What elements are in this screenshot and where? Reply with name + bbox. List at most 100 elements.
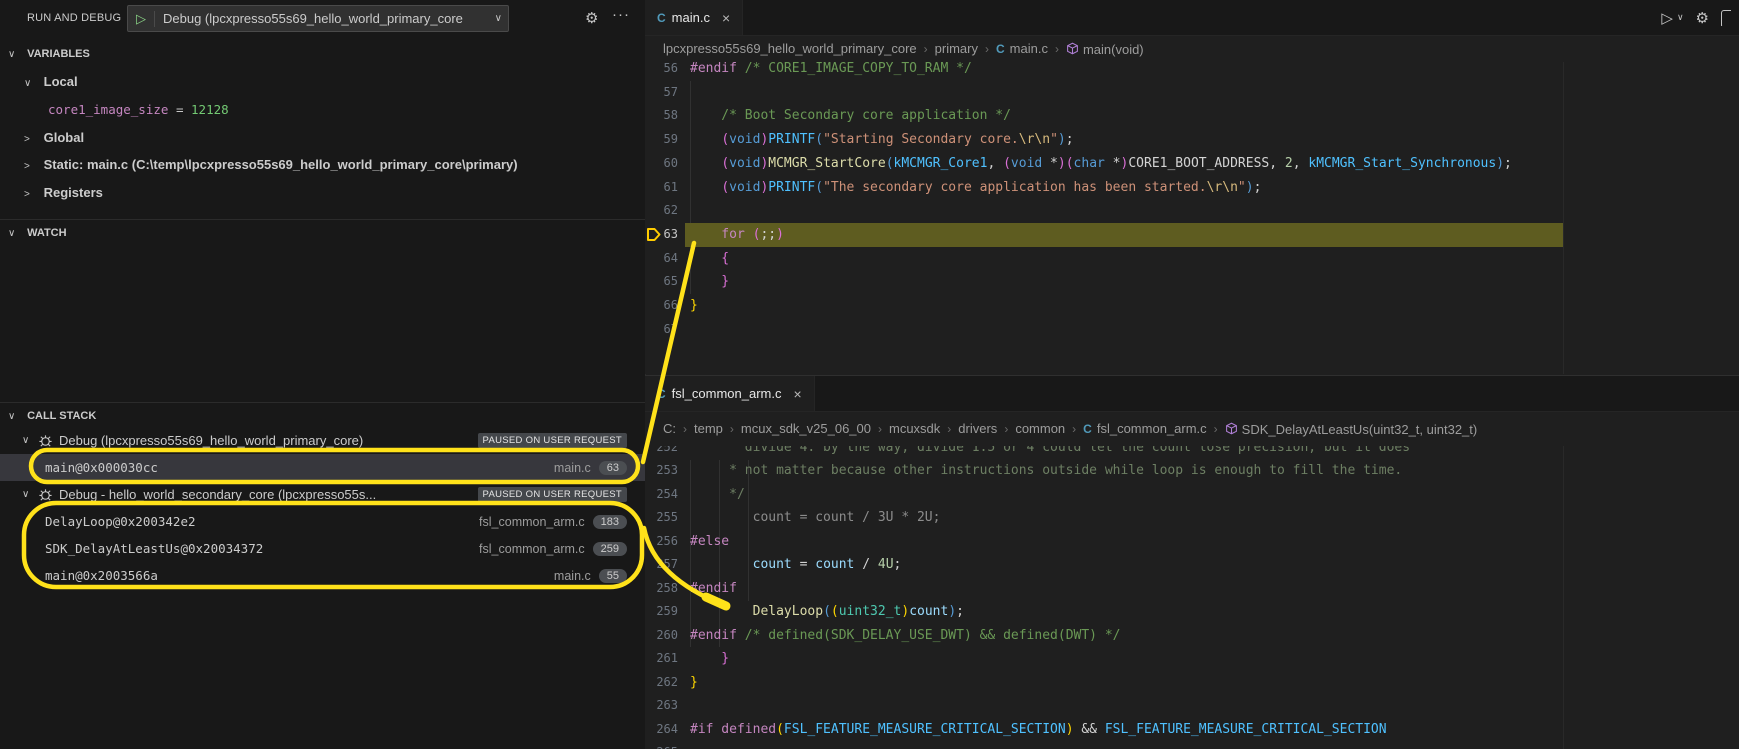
- call-stack-section-header[interactable]: ∨ CALL STACK: [0, 404, 645, 428]
- stack-frame-row[interactable]: main@0x2003566amain.c55: [0, 562, 645, 589]
- stack-frame-row[interactable]: main@0x000030ccmain.c63: [0, 454, 645, 481]
- line-number[interactable]: 62: [645, 199, 678, 223]
- debug-session-row[interactable]: ∨Debug - hello_world_secondary_core (lpc…: [0, 481, 645, 508]
- line-number[interactable]: 259: [645, 600, 678, 624]
- code-text: {: [690, 247, 729, 271]
- code-line[interactable]: 257 count = count / 4U;: [645, 553, 1739, 577]
- code-line[interactable]: 255 count = count / 3U * 2U;: [645, 506, 1739, 530]
- breadcrumb-item[interactable]: mcux_sdk_v25_06_00: [741, 421, 871, 436]
- line-number[interactable]: 260: [645, 624, 678, 648]
- line-number[interactable]: 60: [645, 152, 678, 176]
- line-number[interactable]: 254: [645, 483, 678, 507]
- code-line[interactable]: 265: [645, 741, 1739, 749]
- line-number[interactable]: 61: [645, 176, 678, 200]
- status-badge: PAUSED ON USER REQUEST: [478, 487, 627, 502]
- code-line[interactable]: 264#if defined(FSL_FEATURE_MEASURE_CRITI…: [645, 718, 1739, 742]
- debug-config-dropdown[interactable]: ▷ Debug (lpcxpresso55s69_hello_world_pri…: [127, 5, 509, 32]
- breadcrumb-separator-icon: ›: [1004, 422, 1008, 436]
- line-number[interactable]: 262: [645, 671, 678, 695]
- variables-scope-static[interactable]: > Static: main.c (C:\temp\lpcxpresso55s6…: [0, 151, 645, 178]
- debug-session-row[interactable]: ∨Debug (lpcxpresso55s69_hello_world_prim…: [0, 427, 645, 454]
- variable-row[interactable]: core1_image_size = 12128: [48, 96, 638, 123]
- line-number[interactable]: 64: [645, 247, 678, 271]
- code-line[interactable]: 259 DelayLoop((uint32_t)count);: [645, 600, 1739, 624]
- stack-frame-row[interactable]: SDK_DelayAtLeastUs@0x20034372fsl_common_…: [0, 535, 645, 562]
- code-line[interactable]: 64 {: [645, 247, 1739, 271]
- variables-section-header[interactable]: ∨ VARIABLES: [0, 42, 645, 66]
- line-number[interactable]: 58: [645, 104, 678, 128]
- line-number[interactable]: 264: [645, 718, 678, 742]
- more-actions-icon[interactable]: ···: [612, 6, 630, 23]
- code-line[interactable]: 253 * not matter because other instructi…: [645, 459, 1739, 483]
- code-line[interactable]: 59 (void)PRINTF("Starting Secondary core…: [645, 128, 1739, 152]
- watch-section-header[interactable]: ∨ WATCH: [0, 221, 645, 245]
- code-text: (void)PRINTF("Starting Secondary core.\r…: [690, 128, 1074, 152]
- line-number[interactable]: 257: [645, 553, 678, 577]
- gear-icon[interactable]: ⚙: [1696, 9, 1709, 27]
- line-number[interactable]: 255: [645, 506, 678, 530]
- code-text: count = count / 4U;: [690, 553, 901, 577]
- code-line[interactable]: 66}: [645, 294, 1739, 318]
- breadcrumb-item[interactable]: Cfsl_common_arm.c: [1083, 421, 1206, 436]
- code-line[interactable]: 57: [645, 81, 1739, 105]
- breadcrumb-item[interactable]: Cmain.c: [996, 41, 1048, 56]
- breadcrumb-item[interactable]: common: [1015, 421, 1065, 436]
- variables-scope-global[interactable]: > Global: [0, 124, 645, 151]
- symbol-method-icon: [1225, 422, 1238, 438]
- close-icon[interactable]: ×: [722, 10, 730, 26]
- variables-scope-registers[interactable]: > Registers: [0, 179, 645, 206]
- code-line[interactable]: 260#endif /* defined(SDK_DELAY_USE_DWT) …: [645, 624, 1739, 648]
- close-icon[interactable]: ×: [793, 386, 801, 402]
- code-text: #else: [690, 530, 729, 554]
- code-line[interactable]: 263: [645, 694, 1739, 718]
- chevron-down-icon[interactable]: ∨: [1677, 12, 1684, 23]
- code-line[interactable]: 261 }: [645, 647, 1739, 671]
- frame-line-badge: 55: [599, 569, 627, 583]
- line-number[interactable]: 263: [645, 694, 678, 718]
- breadcrumb-item[interactable]: mcuxsdk: [889, 421, 940, 436]
- code-line[interactable]: 62: [645, 199, 1739, 223]
- line-number[interactable]: 265: [645, 741, 678, 749]
- stack-frame-row[interactable]: DelayLoop@0x200342e2fsl_common_arm.c183: [0, 508, 645, 535]
- code-line[interactable]: 67: [645, 318, 1739, 342]
- split-editor-icon[interactable]: [1721, 10, 1731, 26]
- line-number[interactable]: 261: [645, 647, 678, 671]
- line-number[interactable]: 66: [645, 294, 678, 318]
- code-line[interactable]: 254 */: [645, 483, 1739, 507]
- code-line[interactable]: 65 }: [645, 270, 1739, 294]
- code-line[interactable]: 61 (void)PRINTF("The secondary core appl…: [645, 176, 1739, 200]
- code-line[interactable]: 60 (void)MCMGR_StartCore(kMCMGR_Core1, (…: [645, 152, 1739, 176]
- breadcrumb-item[interactable]: drivers: [958, 421, 997, 436]
- breadcrumb-item[interactable]: SDK_DelayAtLeastUs(uint32_t, uint32_t): [1225, 421, 1478, 437]
- line-number[interactable]: 65: [645, 270, 678, 294]
- code-line[interactable]: 262}: [645, 671, 1739, 695]
- breadcrumb-item[interactable]: primary: [935, 41, 978, 56]
- code-line[interactable]: 58 /* Boot Secondary core application */: [645, 104, 1739, 128]
- symbol-method-icon: [1066, 42, 1079, 58]
- line-number[interactable]: 253: [645, 459, 678, 483]
- code-line[interactable]: 256 #else: [645, 530, 1739, 554]
- frame-name: main@0x000030cc: [45, 460, 554, 475]
- breadcrumb-item[interactable]: temp: [694, 421, 723, 436]
- variable-name: core1_image_size: [48, 102, 168, 117]
- line-number[interactable]: 67: [645, 318, 678, 342]
- variables-scope-local[interactable]: ∨ Local: [0, 68, 645, 95]
- breadcrumb-item[interactable]: main(void): [1066, 41, 1144, 57]
- breadcrumb-item[interactable]: lpcxpresso55s69_hello_world_primary_core: [663, 41, 917, 56]
- line-number[interactable]: 57: [645, 81, 678, 105]
- chevron-down-icon: ∨: [22, 489, 38, 500]
- code-line[interactable]: 63 for (;;): [645, 223, 1739, 247]
- line-number[interactable]: 256: [645, 530, 678, 554]
- chevron-down-icon: ∨: [8, 222, 24, 246]
- gear-icon[interactable]: ⚙: [585, 9, 598, 27]
- breadcrumb-item[interactable]: C:: [663, 421, 676, 436]
- line-number[interactable]: 258: [645, 577, 678, 601]
- section-divider: [0, 402, 645, 403]
- line-number[interactable]: 63: [645, 223, 678, 247]
- start-debug-icon[interactable]: ▷: [136, 11, 155, 27]
- line-number[interactable]: 59: [645, 128, 678, 152]
- debug-run-icon[interactable]: ▷: [1661, 9, 1673, 27]
- tab-main-c[interactable]: C main.c ×: [645, 0, 743, 35]
- tab-fsl-common-arm-c[interactable]: C fsl_common_arm.c ×: [645, 376, 815, 411]
- code-line[interactable]: 258#endif: [645, 577, 1739, 601]
